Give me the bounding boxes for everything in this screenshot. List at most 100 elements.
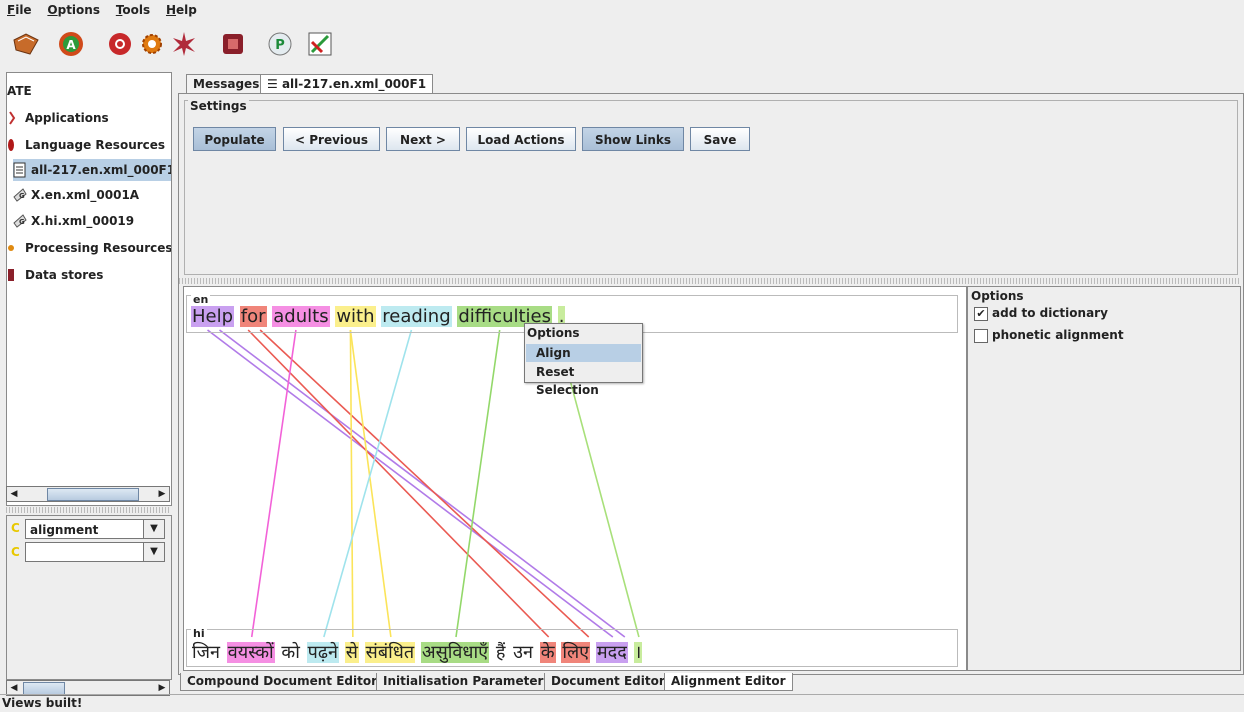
source-word[interactable]: for [239, 306, 267, 327]
target-word[interactable]: असुविधाएँ [420, 642, 490, 663]
target-language-label: hi [191, 627, 207, 640]
scroll-left-icon[interactable]: ◀ [7, 681, 21, 695]
target-words: जिन वयस्कों को पढ़ने से संबंधित असुविधाए… [191, 640, 643, 664]
alignment-link [250, 329, 297, 638]
reset-selection-menu-item[interactable]: Reset Selection [526, 363, 641, 397]
document-icon: ☰ [267, 77, 282, 91]
alignment-link [349, 329, 354, 638]
status-bar: Views built! [0, 694, 1244, 712]
tree-doc-x-en[interactable]: G X.en.xml_0001A [13, 184, 139, 206]
svg-text:G: G [19, 218, 25, 226]
source-word[interactable]: Help [191, 306, 235, 327]
add-to-dictionary-checkbox[interactable]: ✔ [974, 307, 988, 321]
show-links-button[interactable]: Show Links [582, 127, 684, 151]
scroll-right-icon[interactable]: ▶ [155, 487, 169, 501]
target-sentence-box: hi जिन वयस्कों को पढ़ने से संबंधित असुवि… [186, 627, 958, 667]
settings-panel: Settings Populate < Previous Next > Load… [184, 99, 1238, 275]
tree-root[interactable]: ATE [7, 80, 32, 102]
target-word[interactable]: के [539, 642, 556, 663]
svg-text:P: P [275, 38, 285, 53]
tab-initialisation-parameters[interactable]: Initialisation Parameters [376, 673, 558, 691]
annotation-diff-icon[interactable] [304, 28, 336, 60]
next-button[interactable]: Next > [386, 127, 460, 151]
resource-panel: ATE Applications Language Resources all-… [0, 68, 177, 696]
phonetic-alignment-checkbox[interactable] [974, 329, 988, 343]
data-stores-icon [8, 269, 14, 281]
chevron-down-icon[interactable]: ▼ [143, 520, 164, 538]
annotation-set-combo[interactable]: alignment ▼ [25, 519, 165, 539]
save-button[interactable]: Save [690, 127, 750, 151]
svg-text:A: A [66, 38, 76, 52]
previous-button[interactable]: < Previous [283, 127, 380, 151]
tree-doc-x-hi[interactable]: G X.hi.xml_00019 [13, 210, 134, 232]
options-popup-menu: Options Align Reset Selection [524, 323, 643, 397]
tree-data-stores[interactable]: Data stores [7, 264, 103, 286]
options-title: Options [971, 289, 1024, 303]
target-word[interactable]: उन [512, 642, 534, 663]
split-divider[interactable] [6, 507, 170, 513]
target-word[interactable]: लिए [561, 642, 591, 663]
chevron-down-icon[interactable]: ▼ [143, 543, 164, 561]
processing-resources-icon [8, 245, 14, 251]
document-icon [13, 162, 26, 178]
new-language-resource-icon[interactable] [104, 28, 136, 60]
gate-document-icon: G [13, 214, 27, 228]
tab-alignment-editor[interactable]: Alignment Editor [664, 673, 793, 691]
tree-doc-all-217[interactable]: all-217.en.xml_000F1 [13, 159, 171, 181]
tree-language-resources[interactable]: Language Resources [7, 134, 165, 156]
alignment-editor: Settings Populate < Previous Next > Load… [178, 93, 1244, 675]
language-resources-icon [8, 139, 14, 151]
source-word[interactable]: with [335, 306, 376, 327]
target-word[interactable]: हैं [495, 642, 507, 663]
menu-file[interactable]: File [0, 0, 37, 17]
load-actions-button[interactable]: Load Actions [466, 127, 576, 151]
settings-title: Settings [188, 99, 249, 113]
new-pipeline-icon[interactable] [168, 28, 200, 60]
target-word[interactable]: संबंधित [364, 642, 416, 663]
source-word[interactable]: adults [272, 306, 330, 327]
datastore-icon[interactable] [217, 28, 249, 60]
new-processing-resource-icon[interactable] [136, 28, 168, 60]
tab-document-editor[interactable]: Document Editor [544, 673, 672, 691]
popup-title: Options [527, 326, 580, 340]
target-word[interactable]: को [280, 642, 301, 663]
svg-text:G: G [19, 192, 25, 200]
applications-icon [9, 111, 16, 125]
scroll-left-icon[interactable]: ◀ [7, 487, 21, 501]
target-word[interactable]: से [344, 642, 359, 663]
toolbar: A P [0, 24, 1244, 64]
secondary-combo[interactable]: ▼ [25, 542, 165, 562]
annotation-set-panel: C alignment ▼ C ▼ [6, 515, 172, 680]
scroll-thumb[interactable] [47, 488, 139, 501]
target-word[interactable]: मदद [595, 642, 628, 663]
target-word[interactable]: पढ़ने [306, 642, 340, 663]
menu-tools[interactable]: Tools [109, 0, 155, 17]
alignment-link [455, 329, 501, 638]
split-divider[interactable] [179, 278, 1241, 284]
tree-hscrollbar[interactable]: ◀ ▶ [6, 486, 170, 502]
pause-icon[interactable]: P [264, 28, 296, 60]
gate-document-icon: G [13, 188, 27, 202]
tab-compound-document-editor[interactable]: Compound Document Editor [180, 673, 385, 691]
menu-help[interactable]: Help [159, 0, 202, 17]
load-application-icon[interactable] [10, 28, 42, 60]
tab-messages[interactable]: Messages [186, 74, 267, 93]
menu-options[interactable]: Options [40, 0, 105, 17]
populate-button[interactable]: Populate [193, 127, 276, 151]
tab-document[interactable]: ☰ all-217.en.xml_000F1 [260, 74, 434, 94]
target-word[interactable]: जिन [191, 642, 221, 663]
tree-applications[interactable]: Applications [7, 107, 109, 129]
source-language-label: en [191, 293, 211, 306]
resource-tree: ATE Applications Language Resources all-… [6, 72, 172, 506]
source-word[interactable]: reading [381, 306, 452, 327]
target-word[interactable]: वयस्कों [226, 642, 275, 663]
new-application-icon[interactable]: A [55, 28, 87, 60]
combo-marker-icon: C [11, 521, 20, 535]
menu-bar: File Options Tools Help [0, 0, 1244, 22]
align-menu-item[interactable]: Align [526, 344, 641, 362]
source-words: Help for adults with reading difficultie… [191, 306, 566, 327]
scroll-right-icon[interactable]: ▶ [155, 681, 169, 695]
options-pane: Options ✔ add to dictionary phonetic ali… [967, 286, 1241, 671]
tree-processing-resources[interactable]: Processing Resources [7, 237, 171, 259]
target-word[interactable]: । [633, 642, 643, 663]
